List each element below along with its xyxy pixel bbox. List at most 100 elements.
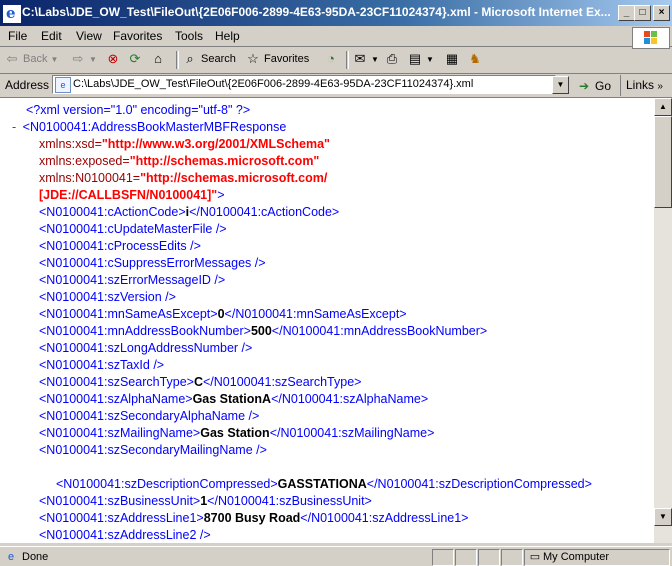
xml-element-line: <N0100041:mnAddressBookNumber>500</N0100…	[39, 323, 487, 340]
xml-element-line: <N0100041:szLongAddressNumber />	[39, 340, 252, 357]
edit-button[interactable]: ▤ ▼	[407, 51, 434, 67]
page-done-icon: e	[7, 551, 15, 563]
discuss-icon: ▦	[445, 51, 459, 66]
ns-attribute: xmlns:N0100041="http://schemas.microsoft…	[39, 170, 327, 187]
xml-element-line: <N0100041:szErrorMessageID />	[39, 272, 225, 289]
close-tag: </N0100041:mnAddressBookNumber>	[271, 324, 488, 338]
open-tag: <N0100041:szVersion />	[39, 290, 176, 304]
xml-element-line: <N0100041:szSecondaryMailingName />	[39, 442, 267, 459]
element-value: C	[193, 375, 203, 389]
print-button[interactable]: ⎙	[384, 51, 400, 67]
search-button[interactable]: ⌕ Search	[182, 51, 236, 67]
address-value[interactable]: C:\Labs\JDE_OW_Test\FileOut\{2E06F006-28…	[73, 78, 473, 90]
arrow-down-icon: ▼	[659, 512, 667, 521]
favorites-label: Favorites	[264, 53, 310, 65]
root-close-bracket: >	[217, 188, 225, 202]
mail-dropdown-icon: ▼	[371, 54, 379, 64]
open-tag: <N0100041:cUpdateMasterFile />	[39, 222, 227, 236]
mail-button[interactable]: ✉ ▼	[352, 51, 379, 67]
xml-element-line: <N0100041:cSuppressErrorMessages />	[39, 255, 266, 272]
print-icon: ⎙	[386, 51, 398, 66]
arrow-up-icon: ▲	[659, 102, 667, 111]
scroll-down-button[interactable]: ▼	[654, 508, 672, 526]
xml-element-line: <N0100041:szTaxId />	[39, 357, 164, 374]
open-tag: <N0100041:szAlphaName>	[39, 392, 193, 406]
attr-value: "http://www.w3.org/2001/XMLSchema"	[101, 137, 330, 151]
menu-edit[interactable]: Edit	[41, 29, 62, 43]
close-button[interactable]: ×	[653, 5, 670, 21]
attr-name: xmlns:N0100041=	[39, 171, 141, 185]
refresh-icon: ⟳	[129, 51, 141, 66]
status-panel	[455, 549, 477, 566]
open-tag: <N0100041:szSecondaryMailingName />	[39, 443, 267, 457]
scroll-up-button[interactable]: ▲	[654, 98, 672, 116]
home-button[interactable]: ⌂	[150, 51, 166, 67]
open-tag: <N0100041:cActionCode>	[39, 205, 186, 219]
go-button[interactable]: ➔ Go	[576, 78, 611, 94]
open-tag: <N0100041:mnAddressBookNumber>	[39, 324, 251, 338]
messenger-button[interactable]: ♞	[467, 51, 483, 67]
back-button[interactable]: ⇦ Back ▼	[4, 51, 59, 67]
back-dropdown-icon: ▼	[50, 54, 59, 64]
refresh-button[interactable]: ⟳	[127, 51, 143, 67]
status-panel	[478, 549, 500, 566]
favorites-button[interactable]: ☆ Favorites	[245, 51, 309, 67]
maximize-button[interactable]: □	[634, 5, 651, 21]
element-value: Gas Station	[200, 426, 270, 440]
toolbar: ⇦ Back ▼ ⇨ ▼ ⊗ ⟳ ⌂ ⌕ Search ☆ Favorites …	[0, 47, 672, 74]
root-element: - <N0100041:AddressBookMasterMBFResponse	[12, 119, 286, 136]
close-tag: </N0100041:szSearchType>	[203, 375, 362, 389]
element-value: Gas StationA	[192, 392, 272, 406]
messenger-icon: ♞	[469, 51, 481, 66]
open-tag: <N0100041:szSecondaryAlphaName />	[39, 409, 260, 423]
open-tag: <N0100041:szBusinessUnit>	[39, 494, 201, 508]
menu-help[interactable]: Help	[215, 29, 240, 43]
edit-dropdown-icon: ▼	[426, 54, 434, 64]
minimize-button[interactable]: _	[618, 5, 635, 21]
address-bar: Address e C:\Labs\JDE_OW_Test\FileOut\{2…	[0, 74, 672, 96]
edit-page-icon: ▤	[408, 51, 422, 66]
address-label: Address	[5, 78, 50, 92]
forward-button[interactable]: ⇨ ▼	[70, 51, 97, 67]
stop-icon: ⊗	[107, 51, 119, 66]
menu-tools[interactable]: Tools	[175, 29, 203, 43]
root-open-tag: <N0100041:AddressBookMasterMBFResponse	[22, 120, 287, 134]
address-dropdown-button[interactable]: ▼	[552, 76, 569, 94]
open-tag: <N0100041:szLongAddressNumber />	[39, 341, 253, 355]
xml-element-line: <N0100041:cProcessEdits />	[39, 238, 201, 255]
discuss-button[interactable]: ▦	[444, 51, 460, 67]
collapse-toggle[interactable]: -	[12, 120, 16, 134]
scroll-thumb[interactable]	[654, 116, 672, 208]
element-value: 8700 Busy Road	[203, 511, 301, 525]
xml-element-line: <N0100041:szVersion />	[39, 289, 176, 306]
page-icon: e	[55, 77, 71, 93]
favorites-star-icon: ☆	[247, 51, 259, 66]
close-tag: </N0100041:mnSameAsExcept>	[224, 307, 407, 321]
links-label: Links	[626, 78, 655, 92]
menu-view[interactable]: View	[76, 29, 102, 43]
links-button[interactable]: Links »	[620, 75, 672, 96]
attr-value-cont: [JDE://CALLBSFN/N0100041]"	[39, 188, 218, 202]
window-title: C:\Labs\JDE_OW_Test\FileOut\{2E06F006-28…	[22, 5, 611, 19]
history-button[interactable]: ◔	[323, 51, 339, 67]
search-icon: ⌕	[186, 51, 194, 66]
xml-element-line: <N0100041:cActionCode>i</N0100041:cActio…	[39, 204, 339, 221]
menu-file[interactable]: File	[8, 29, 27, 43]
ns-attribute: xmlns:xsd="http://www.w3.org/2001/XMLSch…	[39, 136, 330, 153]
xml-declaration: <?xml version="1.0" encoding="utf-8" ?>	[26, 103, 251, 117]
open-tag: <N0100041:cSuppressErrorMessages />	[39, 256, 266, 270]
menu-favorites[interactable]: Favorites	[113, 29, 162, 43]
status-panel	[432, 549, 454, 566]
toolbar-separator	[176, 51, 179, 69]
xml-viewer: <?xml version="1.0" encoding="utf-8" ?> …	[0, 97, 654, 543]
attr-name: xmlns:xsd=	[39, 137, 102, 151]
stop-button[interactable]: ⊗	[105, 51, 121, 67]
xml-element-line: <N0100041:szSearchType>C</N0100041:szSea…	[39, 374, 361, 391]
toolbar-separator	[346, 51, 349, 69]
open-tag: <N0100041:szDescriptionCompressed>	[56, 477, 278, 491]
xml-element-line: <N0100041:mnSameAsExcept>0</N0100041:mnS…	[39, 306, 407, 323]
xml-element-line: <N0100041:szAlphaName>Gas StationA</N010…	[39, 391, 428, 408]
vertical-scrollbar[interactable]: ▲ ▼	[654, 97, 672, 543]
close-tag: </N0100041:szBusinessUnit>	[207, 494, 372, 508]
address-input[interactable]: e C:\Labs\JDE_OW_Test\FileOut\{2E06F006-…	[52, 75, 556, 94]
